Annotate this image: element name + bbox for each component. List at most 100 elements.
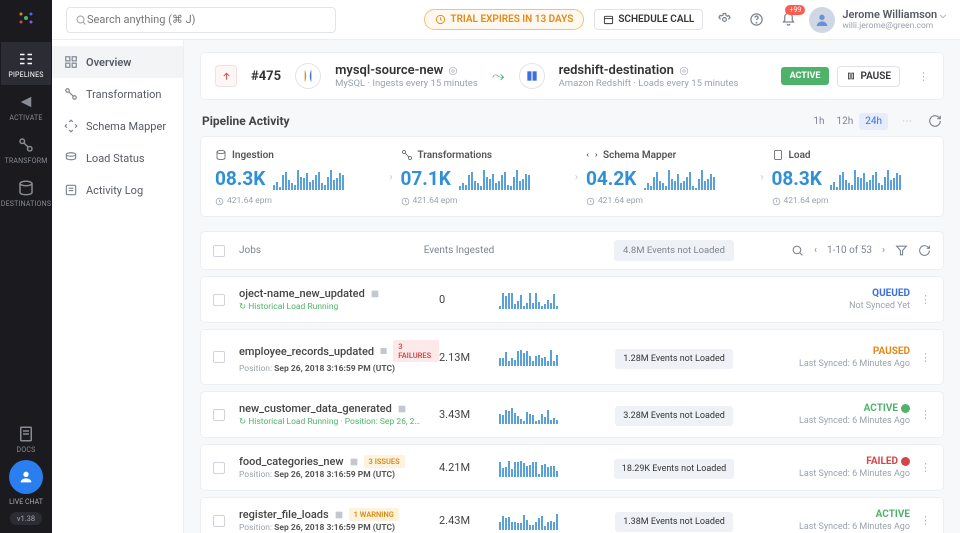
pause-button[interactable]: PAUSE bbox=[837, 66, 900, 87]
sidenav-activity-log[interactable]: Activity Log bbox=[52, 174, 183, 206]
job-sparkline bbox=[499, 512, 599, 530]
content-area: #475 mysql-source-new MySQL · Ingests ev… bbox=[184, 40, 960, 533]
job-not-loaded[interactable]: 3.28M Events not Loaded bbox=[599, 408, 749, 421]
status-active-badge: ACTIVE bbox=[781, 67, 830, 85]
settings-icon[interactable] bbox=[713, 9, 735, 31]
table-icon bbox=[379, 346, 388, 356]
upload-button[interactable] bbox=[215, 65, 237, 87]
range-1h[interactable]: 1h bbox=[807, 113, 830, 130]
job-more-icon[interactable]: ⋮ bbox=[920, 351, 931, 364]
job-checkbox[interactable] bbox=[213, 462, 225, 474]
activity-title: Pipeline Activity bbox=[202, 114, 290, 128]
clock-icon bbox=[586, 197, 595, 206]
jobs-header: Jobs Events Ingested 4.8M Events not Loa… bbox=[200, 231, 944, 270]
notifications-icon[interactable]: +99 bbox=[777, 9, 799, 31]
job-checkbox[interactable] bbox=[213, 515, 225, 527]
job-events: 3.43M bbox=[439, 408, 499, 421]
stats-row: Ingestion 08.3K 421.64 epm › Transformat… bbox=[200, 136, 944, 217]
refresh-jobs-icon[interactable] bbox=[918, 244, 931, 257]
events-not-loaded-filter[interactable]: 4.8M Events not Loaded bbox=[599, 240, 749, 261]
job-sparkline bbox=[499, 348, 599, 366]
avatar bbox=[809, 7, 835, 33]
job-more-icon[interactable]: ⋮ bbox=[920, 293, 931, 306]
job-not-loaded[interactable]: 1.38M Events not Loaded bbox=[599, 514, 749, 527]
range-12h[interactable]: 12h bbox=[831, 113, 860, 130]
search-jobs-icon[interactable] bbox=[791, 244, 804, 257]
source-icon bbox=[295, 63, 321, 89]
user-menu[interactable]: Jerome Williamson ⌵ willi.jerome@green.c… bbox=[809, 7, 946, 33]
notif-badge: +99 bbox=[785, 5, 805, 15]
left-rail: PIPELINESACTIVATETRANSFORMDESTINATIONS D… bbox=[0, 0, 52, 533]
live-chat-label: LIVE CHAT bbox=[9, 498, 43, 506]
job-checkbox[interactable] bbox=[213, 294, 225, 306]
filter-icon[interactable] bbox=[895, 244, 908, 257]
rail-docs[interactable]: DOCS bbox=[0, 417, 52, 460]
clock-icon bbox=[435, 14, 446, 25]
search-input[interactable] bbox=[87, 13, 327, 26]
chevron-down-icon: ⌵ bbox=[940, 11, 946, 20]
job-sync: Not Synced Yet bbox=[849, 301, 910, 311]
sidenav-overview[interactable]: Overview bbox=[52, 46, 183, 78]
rail-transform[interactable]: TRANSFORM bbox=[1, 128, 51, 171]
transformations-icon bbox=[401, 149, 413, 161]
job-more-icon[interactable]: ⋮ bbox=[920, 408, 931, 421]
job-checkbox[interactable] bbox=[213, 409, 225, 421]
job-more-icon[interactable]: ⋮ bbox=[920, 461, 931, 474]
refresh-icon[interactable] bbox=[928, 114, 942, 128]
job-more-icon[interactable]: ⋮ bbox=[920, 514, 931, 527]
more-icon[interactable]: ⋮ bbox=[918, 70, 929, 83]
table-icon bbox=[349, 457, 359, 467]
gear-icon[interactable] bbox=[448, 66, 458, 76]
schedule-call-button[interactable]: SCHEDULE CALL bbox=[594, 9, 703, 30]
ingestion-icon bbox=[215, 149, 227, 161]
job-events: 2.43M bbox=[439, 514, 499, 527]
job-status: PAUSED bbox=[799, 346, 910, 357]
job-sparkline bbox=[499, 406, 599, 424]
arrow-right-icon: ⤳ bbox=[492, 66, 505, 86]
sidenav-schema-mapper[interactable]: Schema Mapper bbox=[52, 110, 183, 142]
rail-destinations[interactable]: DESTINATIONS bbox=[1, 171, 51, 214]
clock-icon bbox=[401, 197, 410, 206]
sidenav-transformation[interactable]: Transformation bbox=[52, 78, 183, 110]
job-events: 4.21M bbox=[439, 461, 499, 474]
clock-icon bbox=[215, 197, 224, 206]
rail-pipelines[interactable]: PIPELINES bbox=[1, 42, 51, 85]
sidenav-load-status[interactable]: Load Status bbox=[52, 142, 183, 174]
pipeline-sidenav: OverviewTransformationSchema MapperLoad … bbox=[52, 40, 184, 533]
job-row[interactable]: food_categories_new 3 ISSUES Position: S… bbox=[200, 444, 944, 491]
col-events: Events Ingested bbox=[409, 245, 509, 256]
job-sync: Last Synced: 6 Minutes Ago bbox=[799, 359, 910, 369]
stat-load: Load 08.3K 421.64 epm bbox=[758, 137, 944, 216]
prev-page-icon[interactable]: ‹ bbox=[814, 245, 817, 256]
range-24h[interactable]: 24h bbox=[859, 113, 888, 130]
rail-activate[interactable]: ACTIVATE bbox=[1, 85, 51, 128]
job-row[interactable]: oject-name_new_updated ↻ Historical Load… bbox=[200, 276, 944, 323]
more-ranges-icon[interactable]: ⋯ bbox=[902, 116, 912, 127]
dest-title: redshift-destination bbox=[559, 63, 674, 78]
job-not-loaded[interactable]: 18.29K Events not Loaded bbox=[599, 461, 749, 474]
trial-banner[interactable]: TRIAL EXPIRES IN 13 DAYS bbox=[424, 9, 584, 30]
sparkline bbox=[459, 168, 530, 190]
job-row[interactable]: register_file_loads 1 WARNING Position: … bbox=[200, 497, 944, 533]
next-page-icon[interactable]: › bbox=[882, 245, 885, 256]
gear-icon[interactable] bbox=[679, 66, 689, 76]
live-chat-button[interactable] bbox=[9, 460, 43, 494]
job-row[interactable]: employee_records_updated 3 FAILURES Posi… bbox=[200, 329, 944, 385]
job-row[interactable]: new_customer_data_generated ↻ Historical… bbox=[200, 391, 944, 438]
stat-ingestion: Ingestion 08.3K 421.64 epm › bbox=[201, 137, 387, 216]
help-icon[interactable] bbox=[745, 9, 767, 31]
global-search[interactable] bbox=[66, 7, 336, 33]
stat-schema mapper: Schema Mapper 04.2K 421.64 epm › bbox=[572, 137, 758, 216]
pipeline-header: #475 mysql-source-new MySQL · Ingests ev… bbox=[200, 52, 944, 100]
clock-icon bbox=[772, 197, 781, 206]
select-all-checkbox[interactable] bbox=[213, 245, 225, 257]
job-status: ACTIVE bbox=[799, 403, 910, 414]
job-checkbox[interactable] bbox=[213, 351, 225, 363]
job-events: 0 bbox=[439, 293, 499, 306]
job-not-loaded[interactable]: 1.28M Events not Loaded bbox=[599, 351, 749, 364]
sparkline bbox=[830, 168, 901, 190]
dest-subtitle: Amazon Redshift · Loads every 15 minutes bbox=[559, 78, 739, 89]
job-status: FAILED bbox=[799, 456, 910, 467]
table-icon bbox=[397, 404, 407, 414]
topbar: TRIAL EXPIRES IN 13 DAYS SCHEDULE CALL +… bbox=[52, 0, 960, 40]
